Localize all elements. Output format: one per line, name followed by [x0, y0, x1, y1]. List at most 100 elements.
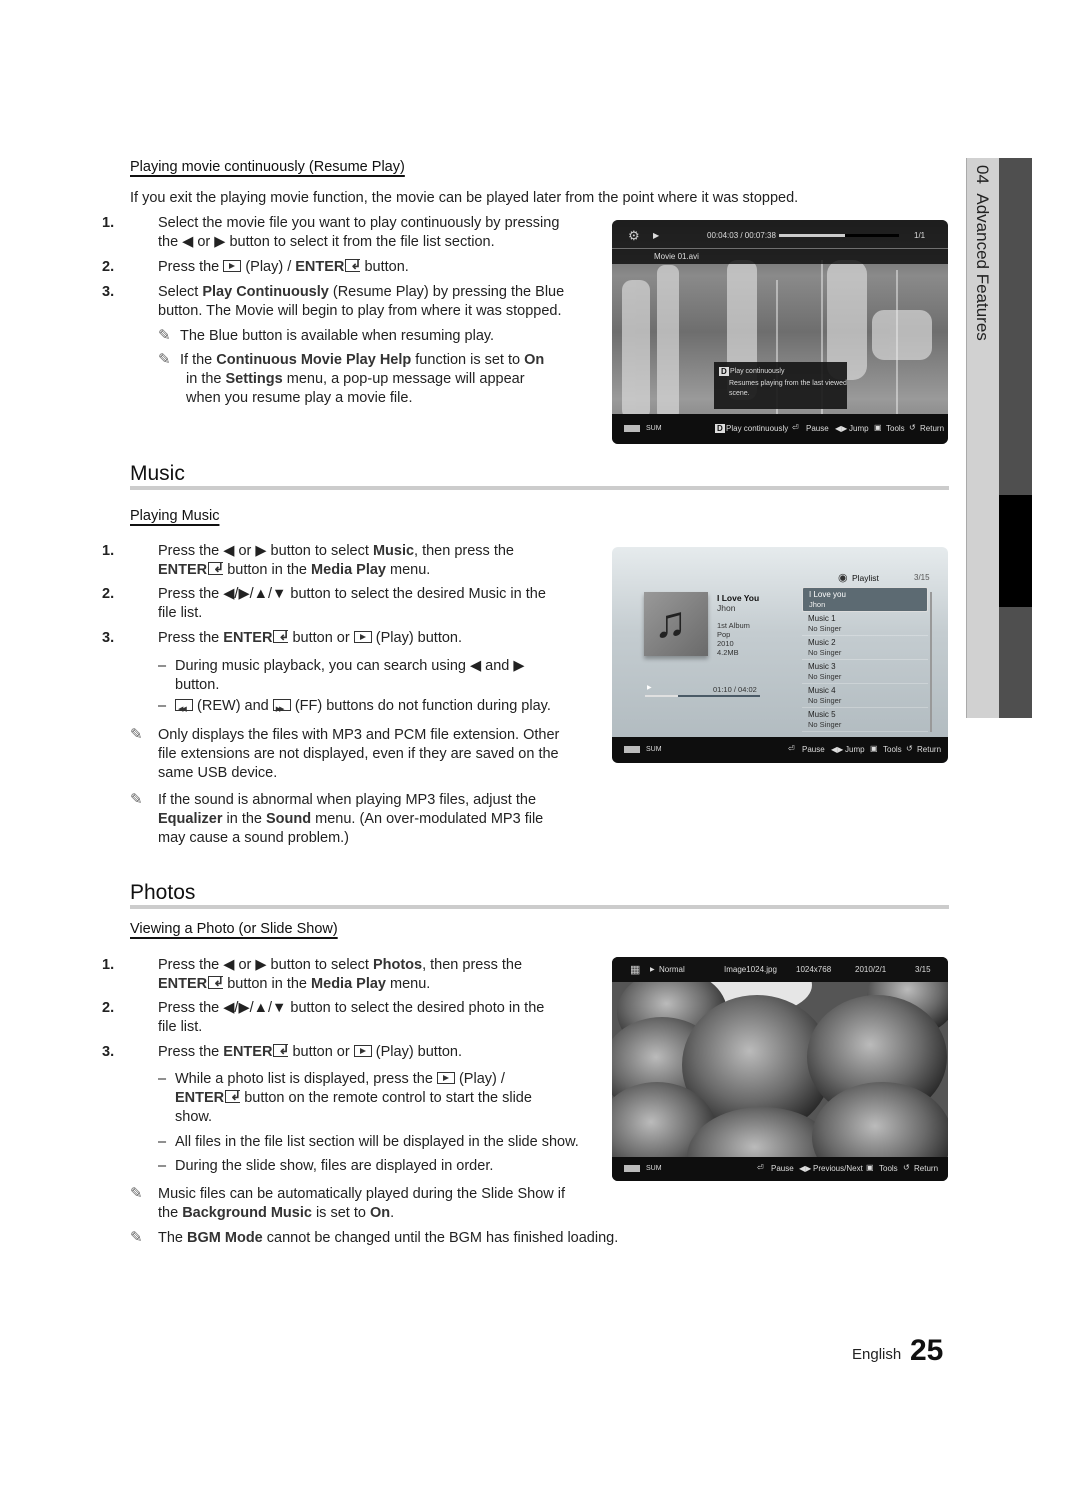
footer-pause[interactable]: Pause	[806, 424, 829, 433]
movie-progress-bar[interactable]	[779, 234, 899, 237]
playlist-count: 3/15	[914, 573, 930, 582]
footer-jump[interactable]: Jump	[849, 424, 869, 433]
photos-dash-3: – During the slide show, files are displa…	[158, 1157, 605, 1176]
note-text: is set to	[315, 1205, 366, 1221]
playlist-item-title: Music 3	[808, 662, 836, 671]
music-progress-bar[interactable]	[645, 695, 760, 697]
d-key-icon: D	[719, 367, 729, 376]
bold-term: BGM Mode	[187, 1230, 263, 1246]
playlist-item[interactable]: I Love you Jhon	[802, 587, 928, 612]
music-note-1: ✎ Only displays the files with MP3 and PC…	[130, 725, 608, 783]
playlist-item[interactable]: Music 1 No Singer	[802, 612, 928, 636]
footer-jump[interactable]: Jump	[845, 745, 865, 754]
music-dash-1: – During music playback, you can search u…	[158, 657, 595, 695]
playlist-list: I Love you Jhon Music 1 No Singer Music 2 No …	[802, 587, 928, 732]
note-text: when you resume play a movie file.	[186, 390, 413, 406]
photos-dash-1: – While a photo list is displayed, press …	[158, 1070, 595, 1127]
bold-term: On	[369, 1205, 391, 1221]
rew-key-icon	[175, 699, 193, 719]
play-key-icon	[353, 1045, 372, 1057]
photo-date: 2010/2/1	[855, 965, 887, 974]
song-year: 2010	[717, 639, 734, 648]
playlist-item-title: Music 2	[808, 638, 836, 647]
popup-body: scene.	[729, 390, 750, 397]
footer-return[interactable]: Return	[914, 1164, 938, 1173]
step-number: 1.	[102, 957, 115, 973]
resume-intro: If you exit the playing movie function, …	[130, 190, 799, 206]
resume-step-3: 3. Select Play Continuously (Resume Play)…	[102, 283, 608, 321]
photos-note-1: ✎ Music files can be automatically played…	[130, 1184, 618, 1223]
play-status-icon: ▶	[647, 685, 652, 691]
note-text: the	[158, 1205, 179, 1221]
slideshow-mode: Normal	[659, 965, 685, 974]
bold-term: Music	[372, 543, 415, 559]
note-text: Only displays the files with MP3 and PCM…	[158, 727, 560, 743]
photo-filename: Image1024.jpg	[724, 965, 777, 974]
enter-key-icon	[225, 1086, 241, 1105]
footer-return[interactable]: Return	[920, 424, 944, 433]
step-text: (Play) button.	[375, 1044, 463, 1060]
photos-heading: Photos	[130, 881, 196, 904]
footer-tools[interactable]: Tools	[879, 1164, 898, 1173]
footer-tools[interactable]: Tools	[883, 745, 902, 754]
usb-device-icon	[624, 746, 640, 753]
song-artist: Jhon	[717, 603, 736, 613]
music-note-2: ✎ If the sound is abnormal when playing M…	[130, 790, 608, 848]
step-text: Select	[158, 284, 199, 300]
step-text: Press the ◀/▶/▲/▼ button to select the d…	[158, 1000, 545, 1016]
note-text: function is set to	[415, 352, 521, 368]
popup-body: Resumes playing from the last viewed	[729, 380, 847, 387]
playlist-item-artist: No Singer	[808, 648, 842, 657]
music-note-icon: ♫	[654, 598, 687, 647]
tools-icon: ▣	[870, 744, 878, 753]
dash-text: While a photo list is displayed, press t…	[175, 1071, 433, 1087]
return-icon: ↺	[909, 423, 916, 432]
step-text: button in the	[227, 562, 308, 578]
song-title: I Love You	[717, 593, 760, 603]
usb-device-icon	[624, 1165, 640, 1172]
playlist-item[interactable]: Music 4 No Singer	[802, 684, 928, 708]
pencil-note-icon: ✎	[130, 1229, 143, 1246]
step-text: file list.	[158, 1019, 203, 1035]
left-right-icon: ◀▶	[835, 424, 848, 433]
footer-tools[interactable]: Tools	[886, 424, 905, 433]
chapter-number: 04	[973, 165, 992, 184]
play-key-icon	[353, 631, 372, 643]
bold-term: Photos	[372, 957, 423, 973]
playlist-scrollbar[interactable]	[930, 592, 932, 732]
ff-key-icon	[272, 699, 291, 719]
play-key-icon	[436, 1072, 455, 1084]
note-text: file extensions are not displayed, even …	[158, 746, 559, 762]
step-number: 2.	[102, 259, 115, 275]
footer-pause[interactable]: Pause	[771, 1164, 794, 1173]
note-text: menu. (An over-modulated MP3 file	[315, 811, 544, 827]
playlist-item-title: Music 4	[808, 686, 836, 695]
footer-previous-next[interactable]: Previous/Next	[813, 1164, 863, 1173]
playlist-item[interactable]: Music 3 No Singer	[802, 660, 928, 684]
note-text: Music files can be automatically played …	[158, 1186, 566, 1202]
enter-key-icon	[208, 558, 224, 577]
dash-text: All files in the file list section will …	[175, 1134, 579, 1150]
photos-heading-rule	[130, 905, 949, 909]
playlist-item-artist: No Singer	[808, 624, 842, 633]
dash-bullet: –	[158, 1071, 167, 1087]
movie-filename-bar: Movie 01.avi	[612, 249, 948, 264]
device-name: SUM	[646, 1165, 662, 1172]
footer-return[interactable]: Return	[917, 745, 941, 754]
playlist-item[interactable]: Music 2 No Singer	[802, 636, 928, 660]
photos-step-2: 2. Press the ◀/▶/▲/▼ button to select the…	[102, 999, 608, 1037]
tools-icon: ▣	[874, 423, 882, 432]
left-right-icon: ◀▶	[799, 1164, 812, 1173]
playlist-item-title: Music 1	[808, 614, 836, 623]
dash-text: During the slide show, files are display…	[175, 1158, 494, 1174]
playlist-item[interactable]: Music 5 No Singer	[802, 708, 928, 732]
note-text: same USB device.	[158, 765, 278, 781]
step-text: Press the ◀ or ▶ button to select	[158, 543, 369, 559]
bold-term: Media Play	[311, 976, 386, 992]
footer-play-continuously[interactable]: Play continuously	[726, 424, 788, 433]
note-text: cannot be changed until the BGM has fini…	[266, 1230, 619, 1246]
footer-pause[interactable]: Pause	[802, 745, 825, 754]
step-number: 3.	[102, 630, 115, 646]
playlist-item-artist: No Singer	[808, 720, 842, 729]
step-text: Press the ◀/▶/▲/▼ button to select the d…	[158, 586, 546, 602]
